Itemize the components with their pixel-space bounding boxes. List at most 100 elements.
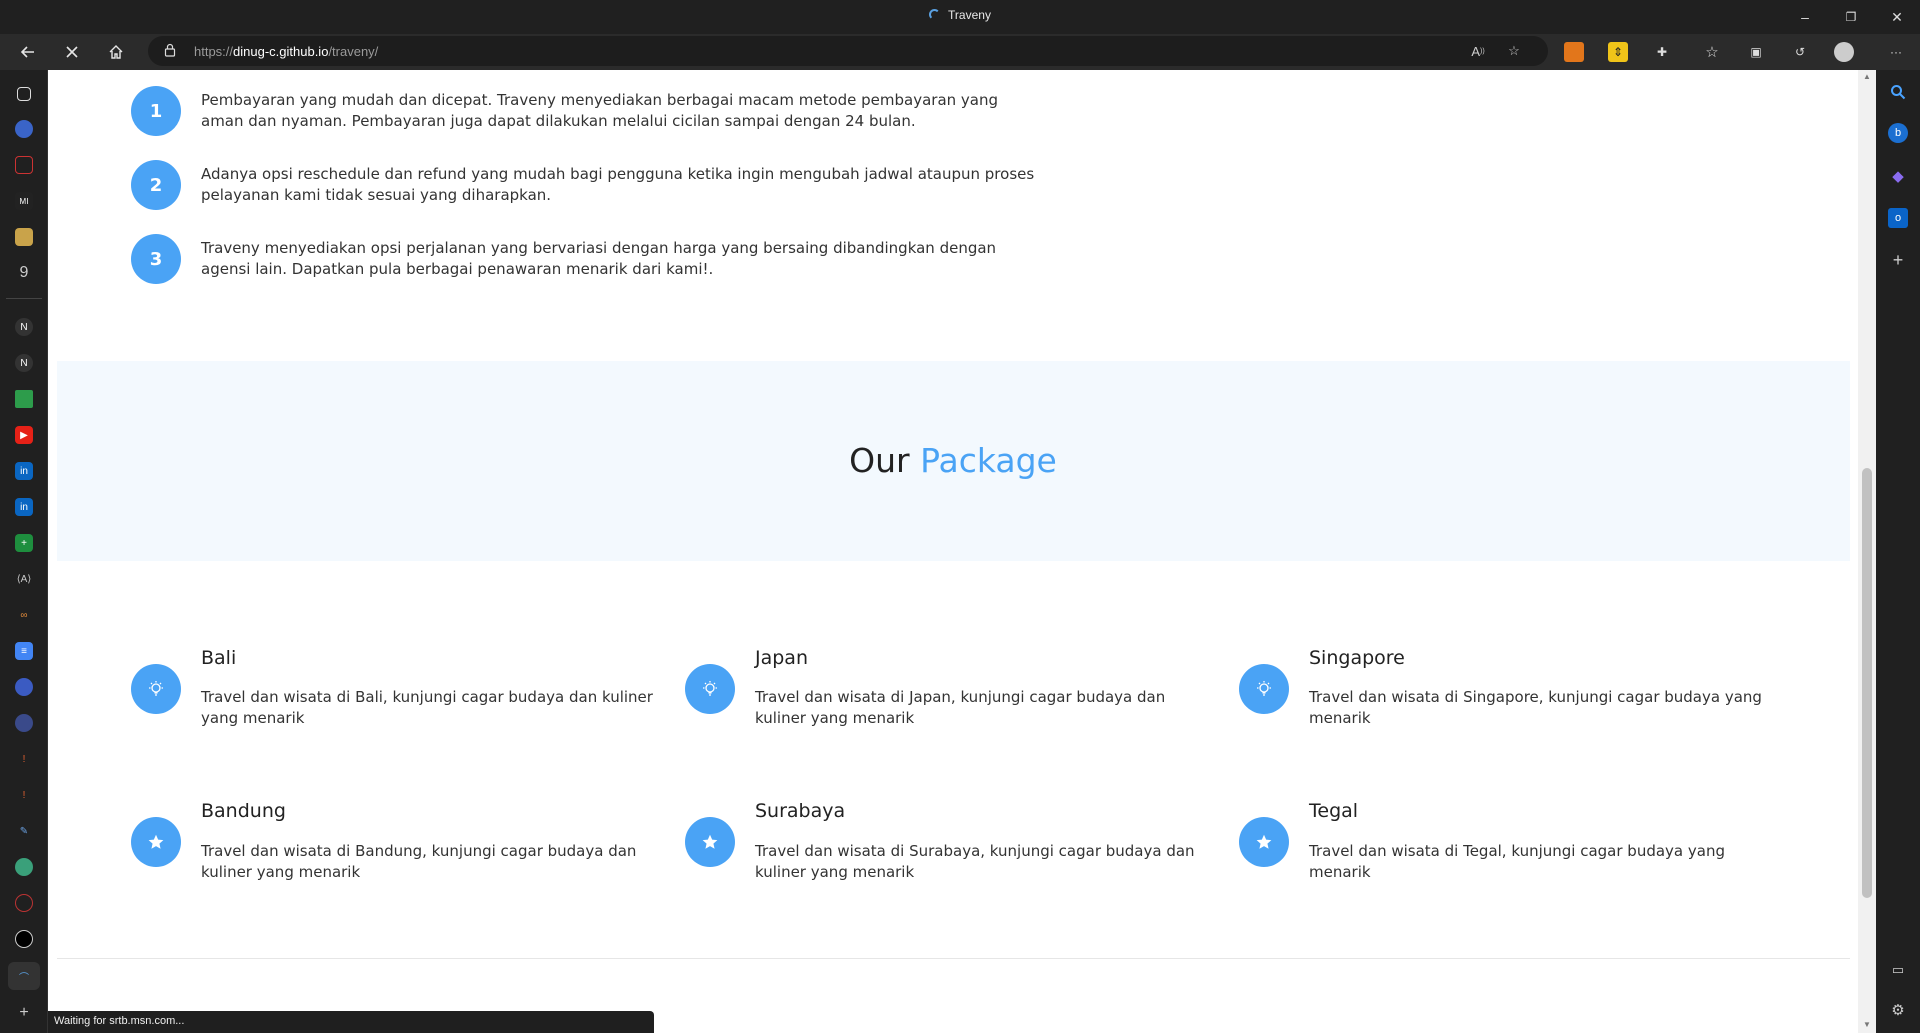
- reason-text: Pembayaran yang mudah dan dicepat. Trave…: [201, 91, 999, 130]
- url-text[interactable]: https://dinug-c.github.io/traveny/: [194, 44, 378, 59]
- reason-text: Traveny menyediakan opsi perjalanan yang…: [201, 239, 997, 278]
- more-menu-icon[interactable]: ···: [1886, 42, 1906, 62]
- loading-spinner-icon: [929, 9, 941, 20]
- sheets-icon[interactable]: +: [15, 534, 33, 552]
- back-arrow-icon: [20, 46, 34, 58]
- add-sidebar-app-icon[interactable]: +: [15, 1004, 33, 1022]
- sidebar-app-icon-1[interactable]: [15, 120, 33, 138]
- home-button[interactable]: [102, 38, 130, 66]
- package-description: Travel dan wisata di Bali, kunjungi caga…: [201, 688, 653, 727]
- window-title: Traveny: [0, 8, 1920, 22]
- lightbulb-icon: [131, 664, 181, 714]
- sidebar-app-icon-12[interactable]: ✎: [15, 822, 33, 840]
- add-favorite-icon[interactable]: ☆: [1504, 41, 1524, 61]
- metamask-extension-icon[interactable]: [1564, 42, 1584, 62]
- star-icon: [1239, 817, 1289, 867]
- profile-avatar[interactable]: [1834, 42, 1854, 62]
- extension-arrows-icon[interactable]: ⇕: [1608, 42, 1628, 62]
- package-title: Bandung: [201, 800, 286, 822]
- search-icon[interactable]: [1888, 82, 1908, 102]
- lightbulb-icon: [685, 664, 735, 714]
- back-button[interactable]: [14, 38, 42, 66]
- status-bar: Waiting for srtb.msn.com...: [48, 1011, 654, 1033]
- collections-icon[interactable]: ▣: [1746, 42, 1766, 62]
- package-title: Japan: [755, 647, 808, 669]
- package-title: Surabaya: [755, 800, 846, 822]
- package-title: Bali: [201, 647, 237, 669]
- package-title: Tegal: [1309, 800, 1359, 822]
- sidebar-app-icon-5[interactable]: 9: [15, 264, 33, 282]
- reason-text: Adanya opsi reschedule dan refund yang m…: [201, 165, 1035, 204]
- favorites-icon[interactable]: ☆: [1702, 42, 1722, 62]
- section-divider: [57, 958, 1850, 959]
- notion-icon[interactable]: N: [15, 318, 33, 336]
- sidebar-app-icon-10[interactable]: !: [15, 750, 33, 768]
- sidebar-app-icon-2[interactable]: [15, 156, 33, 174]
- sidebar-layout-icon[interactable]: ▭: [1888, 960, 1908, 980]
- browser-toolbar: https://dinug-c.github.io/traveny/ A)) ☆…: [0, 34, 1920, 70]
- url-path: /traveny/: [328, 44, 379, 59]
- scroll-up-arrow-icon[interactable]: ▲: [1862, 72, 1872, 82]
- right-sidebar: b ◆ o + ▭ ⚙: [1876, 70, 1920, 1033]
- linkedin-icon-2[interactable]: in: [15, 498, 33, 516]
- sidebar-app-icon-9[interactable]: [15, 714, 33, 732]
- bing-copilot-icon[interactable]: b: [1888, 123, 1908, 143]
- lock-icon[interactable]: [164, 43, 176, 57]
- close-x-icon: [66, 46, 78, 58]
- sidebar-app-icon-3[interactable]: MI: [15, 192, 33, 210]
- notion-icon-2[interactable]: N: [15, 354, 33, 372]
- url-host: dinug-c.github.io: [233, 44, 329, 59]
- lightbulb-icon: [1239, 664, 1289, 714]
- youtube-icon[interactable]: ▶: [15, 426, 33, 444]
- drive-icon[interactable]: [15, 390, 33, 408]
- package-heading-accent: Package: [920, 441, 1057, 480]
- restore-button[interactable]: ❐: [1828, 0, 1874, 34]
- package-description: Travel dan wisata di Tegal, kunjungi cag…: [1309, 842, 1725, 881]
- sidebar-app-icon-8[interactable]: [15, 678, 33, 696]
- reason-number-badge: 3: [131, 234, 181, 284]
- package-title: Singapore: [1309, 647, 1405, 669]
- package-description: Travel dan wisata di Bandung, kunjungi c…: [201, 842, 637, 881]
- sidebar-app-icon-4[interactable]: [15, 228, 33, 246]
- scrollbar-thumb[interactable]: [1862, 468, 1872, 898]
- url-prefix: https://: [194, 44, 234, 59]
- minimize-button[interactable]: –: [1782, 0, 1828, 34]
- scroll-down-arrow-icon[interactable]: ▼: [1862, 1020, 1872, 1030]
- left-sidebar: MI 9 N N ▶ in in + ⟨A⟩ ∞ ≡ ! ! ✎ ⌒ +: [0, 70, 48, 1033]
- page-scrollbar[interactable]: ▲ ▼: [1858, 70, 1876, 1033]
- window-title-text: Traveny: [948, 8, 991, 22]
- package-description: Travel dan wisata di Japan, kunjungi cag…: [755, 688, 1166, 727]
- tab-actions-icon[interactable]: [17, 87, 31, 101]
- sidebar-app-icon-7[interactable]: ∞: [15, 606, 33, 624]
- address-bar[interactable]: https://dinug-c.github.io/traveny/ A)) ☆: [148, 36, 1548, 66]
- star-icon: [131, 817, 181, 867]
- active-tab-icon[interactable]: ⌒: [8, 962, 40, 990]
- sidebar-app-icon-13[interactable]: [15, 894, 33, 912]
- chatgpt-icon[interactable]: [15, 858, 33, 876]
- page-viewport: 1 Pembayaran yang mudah dan dicepat. Tra…: [48, 70, 1858, 1033]
- sidebar-app-icon-6[interactable]: ⟨A⟩: [15, 570, 33, 588]
- package-heading: Our Package: [48, 441, 1858, 480]
- sidebar-app-icon-14[interactable]: [15, 930, 33, 948]
- settings-gear-icon[interactable]: ⚙: [1888, 1000, 1908, 1020]
- sidebar-divider: [6, 298, 42, 299]
- package-description: Travel dan wisata di Singapore, kunjungi…: [1309, 688, 1762, 727]
- window-titlebar: Traveny – ❐ ✕: [0, 0, 1920, 34]
- linkedin-icon[interactable]: in: [15, 462, 33, 480]
- sidebar-app-icon-11[interactable]: !: [15, 786, 33, 804]
- home-icon: [109, 45, 123, 59]
- close-button[interactable]: ✕: [1874, 0, 1920, 34]
- package-description: Travel dan wisata di Surabaya, kunjungi …: [755, 842, 1195, 881]
- read-aloud-icon[interactable]: A)): [1468, 41, 1488, 61]
- reason-number-badge: 1: [131, 86, 181, 136]
- extensions-puzzle-icon[interactable]: ✚: [1652, 42, 1672, 62]
- reason-number-badge: 2: [131, 160, 181, 210]
- package-heading-plain: Our: [849, 441, 910, 480]
- stop-loading-button[interactable]: [58, 38, 86, 66]
- games-icon[interactable]: ◆: [1888, 166, 1908, 186]
- star-icon: [685, 817, 735, 867]
- add-sidebar-tool-icon[interactable]: +: [1888, 250, 1908, 270]
- docs-icon[interactable]: ≡: [15, 642, 33, 660]
- history-icon[interactable]: ↺: [1790, 42, 1810, 62]
- outlook-icon[interactable]: o: [1888, 208, 1908, 228]
